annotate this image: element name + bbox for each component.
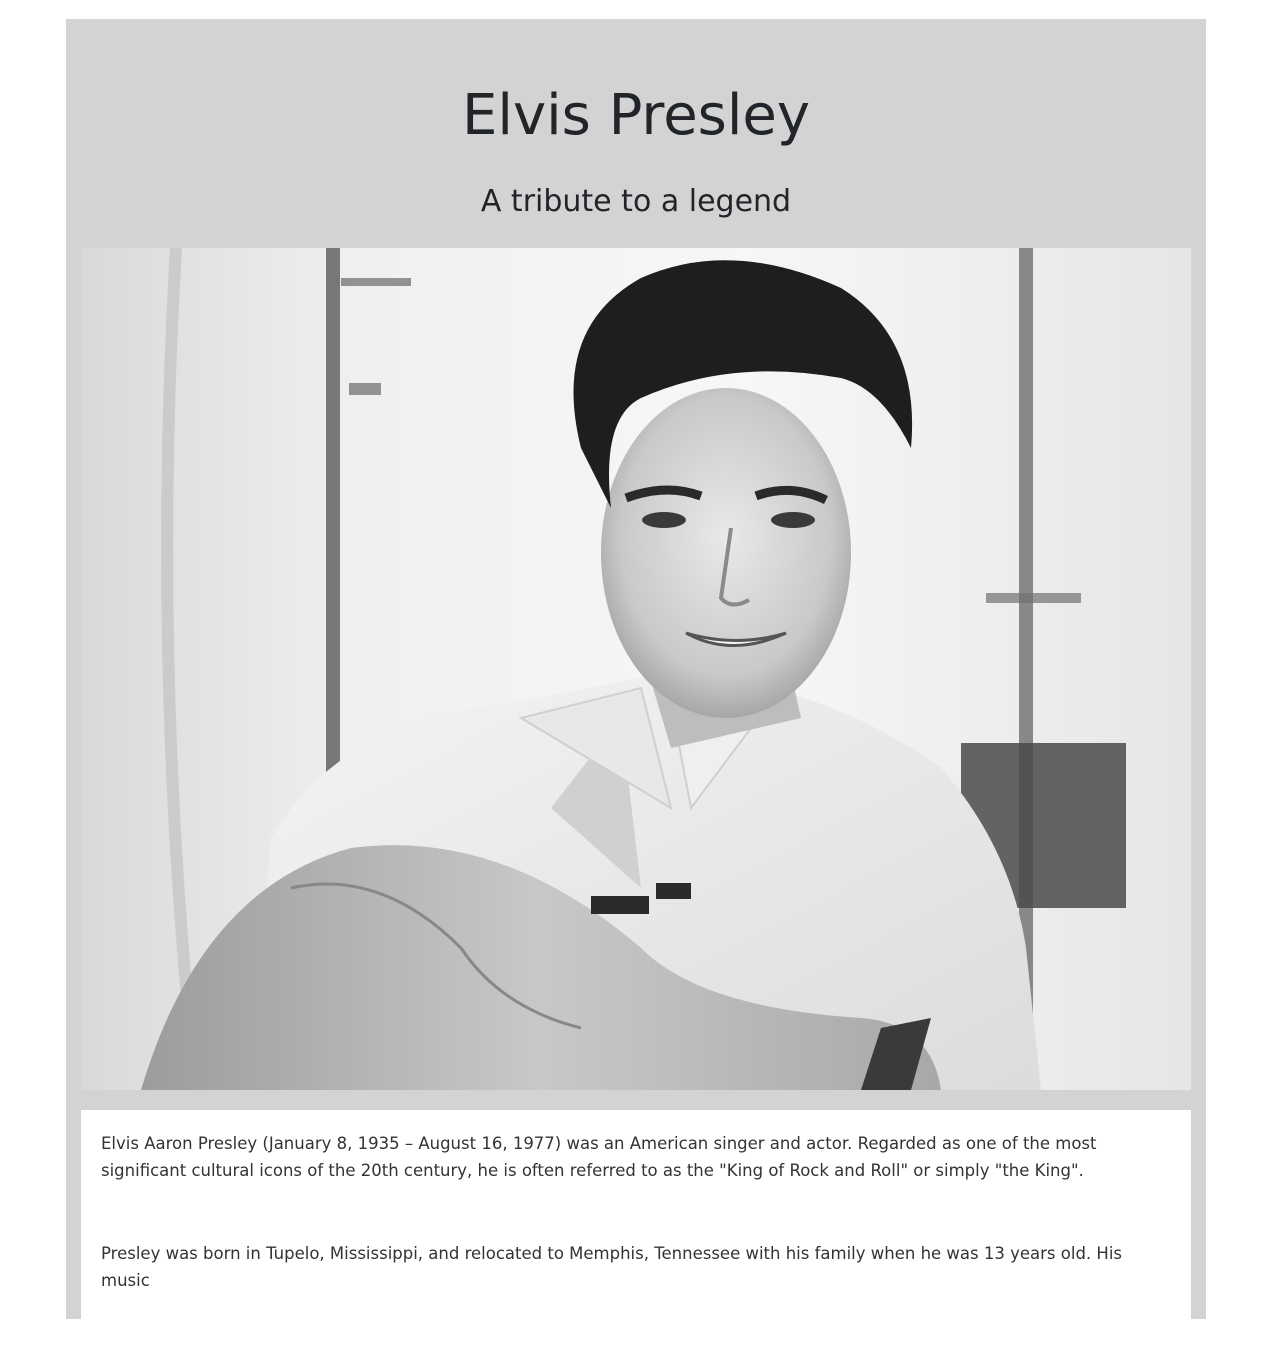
page-subtitle: A tribute to a legend bbox=[480, 184, 792, 219]
portrait-figure bbox=[81, 248, 1191, 1090]
tribute-paragraph: Elvis Aaron Presley (January 8, 1935 – A… bbox=[101, 1134, 1097, 1180]
tribute-info: Elvis Aaron Presley (January 8, 1935 – A… bbox=[81, 1110, 1191, 1370]
page-title: Elvis Presley bbox=[462, 83, 810, 148]
tribute-paragraph: Presley was born in Tupelo, Mississippi,… bbox=[101, 1244, 1122, 1290]
tribute-page: Elvis Presley A tribute to a legend Elvi… bbox=[66, 19, 1206, 1370]
portrait-photo bbox=[81, 248, 1191, 1090]
